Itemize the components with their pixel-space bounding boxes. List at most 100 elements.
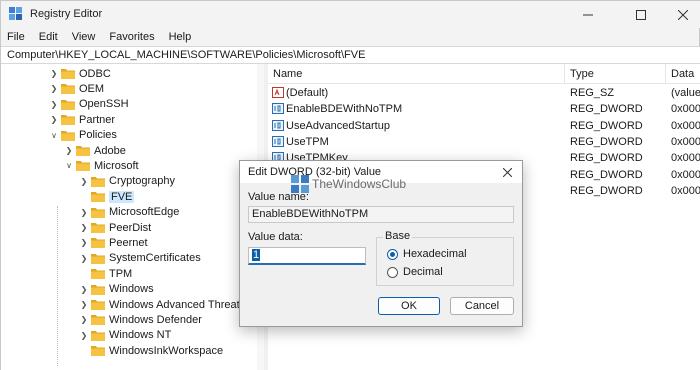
value-data: (value: [671, 87, 700, 99]
binary-value-icon: [272, 119, 284, 131]
tree-item[interactable]: ❯ Windows Advanced Threat Pro: [79, 297, 260, 312]
menu-favorites[interactable]: Favorites: [109, 31, 154, 43]
folder-icon: [91, 346, 105, 357]
binary-value-icon: [272, 103, 284, 115]
value-type: REG_DWORD: [570, 119, 643, 132]
folder-icon: [91, 284, 105, 295]
tree-item[interactable]: ∨ Policies: [49, 128, 117, 143]
maximize-button[interactable]: [618, 1, 663, 28]
value-row[interactable]: UseAdvancedStartup REG_DWORD 0x0000: [268, 118, 700, 134]
tree-item-label: SystemCertificates: [109, 252, 201, 265]
close-button[interactable]: [660, 1, 700, 28]
tree-item-label: WindowsInkWorkspace: [109, 344, 224, 357]
radio-button[interactable]: [387, 266, 398, 278]
tree-item[interactable]: ❯ Partner: [49, 112, 115, 127]
chevron-right-icon[interactable]: ❯: [79, 282, 89, 297]
value-row[interactable]: UseTPM REG_DWORD 0x0000: [268, 134, 700, 150]
tree-item-label: Cryptography: [109, 175, 176, 188]
tree-item-label: Adobe: [94, 144, 126, 157]
value-data: 0x0000: [671, 119, 700, 132]
radio-button[interactable]: [387, 248, 398, 260]
tree-item[interactable]: ❯ Windows Defender: [79, 312, 202, 327]
chevron-right-icon[interactable]: ❯: [49, 97, 59, 112]
menu-help[interactable]: Help: [169, 31, 192, 43]
menu-edit[interactable]: Edit: [39, 31, 58, 43]
tree-item[interactable]: ❯ OpenSSH: [49, 97, 129, 112]
folder-icon: [61, 115, 75, 126]
tree-item[interactable]: TPM: [79, 266, 132, 281]
folder-icon: [76, 161, 90, 172]
folder-icon: [91, 330, 105, 341]
dialog-close-button[interactable]: [496, 164, 518, 180]
address-bar[interactable]: Computer\HKEY_LOCAL_MACHINE\SOFTWARE\Pol…: [1, 46, 700, 64]
folder-icon: [61, 99, 75, 110]
tree-item[interactable]: ❯ SystemCertificates: [79, 251, 201, 266]
tree-item[interactable]: ❯ Windows NT: [79, 328, 172, 343]
value-row[interactable]: (Default) REG_SZ (value: [268, 85, 700, 101]
tree-item[interactable]: WindowsInkWorkspace: [79, 343, 223, 358]
radio-decimal[interactable]: Decimal: [387, 266, 443, 278]
base-group-label: Base: [383, 230, 413, 242]
value-type: REG_DWORD: [570, 103, 643, 116]
tree-item-label: Windows: [109, 283, 154, 296]
chevron-right-icon[interactable]: ❯: [79, 312, 89, 327]
value-row[interactable]: EnableBDEWithNoTPM REG_DWORD 0x0000: [268, 101, 700, 117]
tree-item[interactable]: ❯ Windows: [79, 282, 154, 297]
chevron-right-icon[interactable]: ❯: [49, 81, 59, 96]
chevron-right-icon[interactable]: ❯: [79, 251, 89, 266]
column-separator[interactable]: [564, 64, 565, 84]
tree-item-label: TPM: [109, 267, 133, 280]
watermark: TheWindowsClub: [291, 172, 431, 196]
chevron-right-icon[interactable]: ❯: [79, 220, 89, 235]
column-name[interactable]: Name: [273, 68, 302, 80]
registry-editor-window: Registry Editor File Edit View Favorites…: [0, 0, 700, 370]
ok-button[interactable]: OK: [378, 297, 440, 315]
radio-label: Decimal: [403, 266, 443, 278]
tree-item[interactable]: ❯ Adobe: [64, 143, 126, 158]
key-tree[interactable]: ❯ ODBC ❯ OEM ❯ OpenSSH ❯ Partner ∨ Policies ❯ Adobe…: [1, 64, 264, 370]
list-header: Name Type Data: [268, 64, 700, 84]
minimize-button[interactable]: [565, 1, 610, 28]
chevron-down-icon[interactable]: ∨: [49, 128, 59, 143]
tree-item[interactable]: ❯ OEM: [49, 81, 104, 96]
column-data[interactable]: Data: [671, 68, 694, 80]
folder-icon: [61, 84, 75, 95]
chevron-right-icon[interactable]: ❯: [79, 205, 89, 220]
chevron-right-icon[interactable]: ❯: [49, 66, 59, 81]
folder-icon: [76, 146, 90, 156]
tree-item[interactable]: ❯ MicrosoftEdge: [79, 205, 180, 220]
menu-view[interactable]: View: [72, 31, 96, 43]
base-group: Base Hexadecimal Decimal: [376, 230, 514, 286]
string-value-icon: [272, 87, 284, 98]
chevron-right-icon[interactable]: ❯: [79, 297, 89, 312]
column-type[interactable]: Type: [570, 68, 594, 80]
value-data-input[interactable]: 1: [248, 247, 366, 265]
tree-item[interactable]: ❯ Cryptography: [79, 174, 175, 189]
chevron-right-icon[interactable]: ❯: [79, 174, 89, 189]
chevron-right-icon[interactable]: ❯: [49, 112, 59, 127]
tree-item[interactable]: ❯ PeerDist: [79, 220, 152, 235]
menu-file[interactable]: File: [7, 31, 25, 43]
tree-item-label: Windows Defender: [109, 313, 202, 326]
tree-item[interactable]: ❯ ODBC: [49, 66, 111, 81]
tree-item[interactable]: ❯ Peernet: [79, 235, 148, 250]
chevron-right-icon[interactable]: ❯: [64, 143, 74, 158]
radio-hexadecimal[interactable]: Hexadecimal: [387, 248, 467, 260]
title-bar: Registry Editor: [1, 1, 700, 28]
minimize-icon: [582, 14, 593, 15]
column-separator[interactable]: [665, 64, 666, 84]
folder-icon: [91, 300, 105, 310]
cancel-button[interactable]: Cancel: [450, 297, 514, 315]
watermark-text: TheWindowsClub: [312, 177, 407, 191]
tree-guide-line: [57, 206, 58, 366]
tree-item[interactable]: ∨ Microsoft: [64, 158, 139, 173]
tree-item-label: PeerDist: [109, 221, 152, 234]
chevron-down-icon[interactable]: ∨: [64, 158, 74, 173]
chevron-right-icon[interactable]: ❯: [79, 328, 89, 343]
folder-icon: [91, 223, 105, 233]
chevron-right-icon[interactable]: ❯: [79, 235, 89, 250]
tree-item[interactable]: FVE: [79, 189, 135, 204]
radio-label: Hexadecimal: [403, 248, 467, 260]
tree-item-label: Peernet: [109, 236, 148, 249]
